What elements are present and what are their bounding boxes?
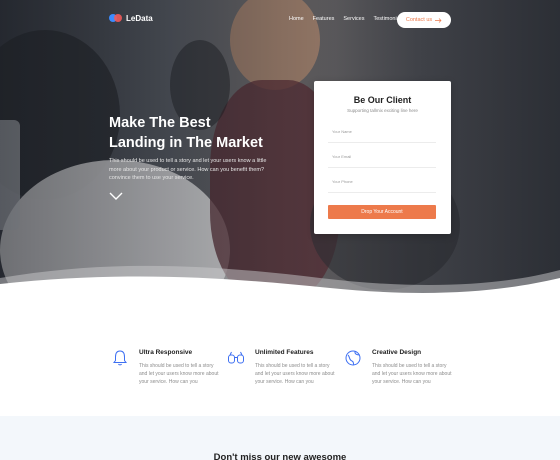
feature-description: This should be used to tell a story and … [372, 363, 452, 385]
glasses-icon [228, 351, 244, 364]
name-field[interactable]: Your Name [328, 125, 436, 143]
email-field[interactable]: Your Email [328, 150, 436, 168]
navbar: LeData Home Features Services Testimonia… [0, 0, 560, 40]
feature-title: Ultra Responsive [139, 349, 193, 356]
signup-form-card: Be Our Client Supporting tallmix excitin… [314, 81, 451, 234]
logo[interactable]: LeData [109, 13, 153, 23]
feature-title: Unlimited Features [255, 349, 314, 356]
hero-title-line1: Make The Best [109, 115, 211, 131]
hero-title-line2: Landing in The Market [109, 135, 263, 151]
nav-link-home[interactable]: Home [289, 16, 304, 22]
contact-us-label: Contact us [405, 17, 433, 23]
hero-section: LeData Home Features Services Testimonia… [0, 0, 560, 300]
form-subtitle: Supporting tallmix exciting line here [347, 108, 418, 113]
hero-description: This should be used to tell a story and … [109, 158, 267, 181]
phone-field[interactable]: Your Phone [328, 175, 436, 193]
form-title: Be Our Client [353, 95, 412, 105]
newsletter-section: Don't miss our new awesome [0, 416, 560, 460]
feature-title: Creative Design [372, 349, 422, 356]
logo-icon [109, 13, 123, 23]
feature-description: This should be used to tell a story and … [255, 363, 335, 385]
chevron-down-icon[interactable] [109, 191, 123, 201]
nav-link-features[interactable]: Features [313, 16, 335, 22]
hero-wave-divider [0, 265, 560, 300]
nav-link-services[interactable]: Services [343, 16, 364, 22]
nav-links: Home Features Services Testimonials [289, 16, 404, 22]
logo-text: LeData [126, 13, 153, 23]
hero-title: Make The Best Landing in The Market [109, 113, 299, 153]
submit-button[interactable]: Drop Your Account [328, 205, 436, 219]
newsletter-title: Don't miss our new awesome [213, 452, 347, 460]
contact-us-button[interactable]: Contact us [397, 12, 451, 28]
arrow-right-icon [435, 17, 442, 23]
bell-icon [113, 350, 127, 366]
globe-icon [345, 350, 361, 366]
feature-description: This should be used to tell a story and … [139, 363, 219, 385]
